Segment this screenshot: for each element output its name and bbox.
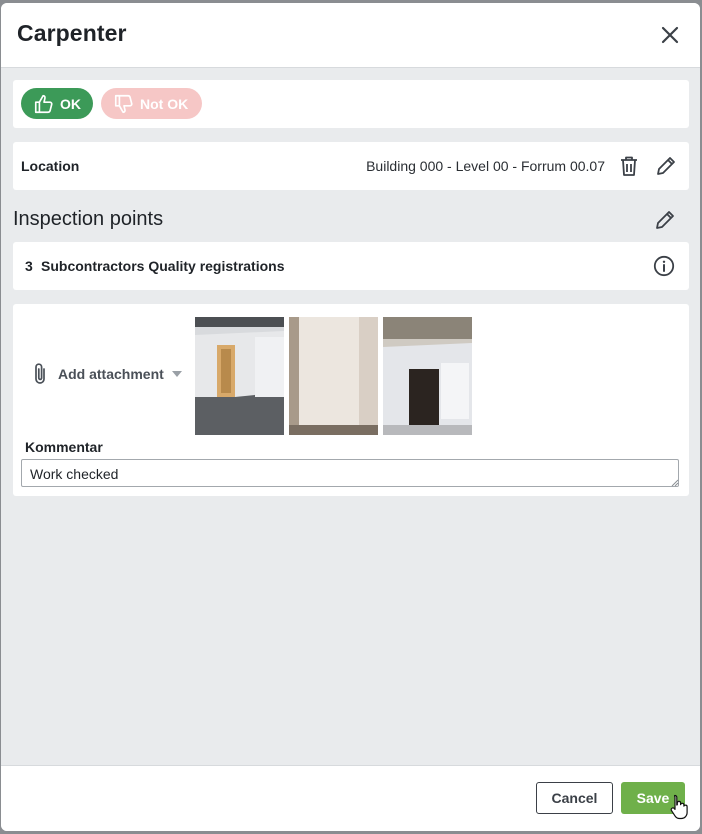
thumbs-down-icon [114,94,133,113]
location-label: Location [21,158,80,174]
inspection-points-title: Inspection points [13,208,164,230]
inspection-dialog: Carpenter OK Not OK Location Building 00… [1,3,700,831]
inspection-item-card[interactable]: 3 Subcontractors Quality registrations [13,242,689,290]
info-icon[interactable] [653,255,675,282]
edit-location-icon[interactable] [655,155,677,182]
status-card: OK Not OK [13,80,689,128]
cancel-button[interactable]: Cancel [536,782,613,814]
location-value: Building 000 - Level 00 - Forrum 00.07 [366,158,605,174]
hand-cursor-icon [670,794,688,820]
ok-button[interactable]: OK [21,88,93,119]
caret-down-icon [171,371,182,377]
paperclip-icon [35,363,45,384]
add-attachment-button[interactable]: Add attachment [31,362,182,386]
photo-thumbnail[interactable] [383,317,472,435]
item-number: 3 [25,258,33,274]
resize-handle-icon[interactable] [671,479,679,487]
location-card: Location Building 000 - Level 00 - Forru… [13,142,689,190]
attachment-card: Add attachment Kommentar Work checked [13,304,689,496]
thumbs-up-icon [34,94,53,113]
not-ok-label: Not OK [140,95,189,112]
ok-label: OK [60,95,81,112]
dialog-title: Carpenter [17,20,127,46]
item-label: Subcontractors Quality registrations [41,258,285,274]
photo-thumbnail[interactable] [195,317,284,435]
comment-label: Kommentar [25,439,103,455]
photo-thumbnail[interactable] [289,317,378,435]
comment-textarea[interactable]: Work checked [21,459,679,487]
dialog-footer: Cancel Save [1,765,700,831]
add-attachment-label: Add attachment [58,366,164,382]
edit-inspection-icon[interactable] [654,209,676,236]
close-icon[interactable] [658,23,682,47]
not-ok-button[interactable]: Not OK [101,88,202,119]
dialog-header: Carpenter [1,3,700,68]
trash-icon[interactable] [619,155,639,182]
